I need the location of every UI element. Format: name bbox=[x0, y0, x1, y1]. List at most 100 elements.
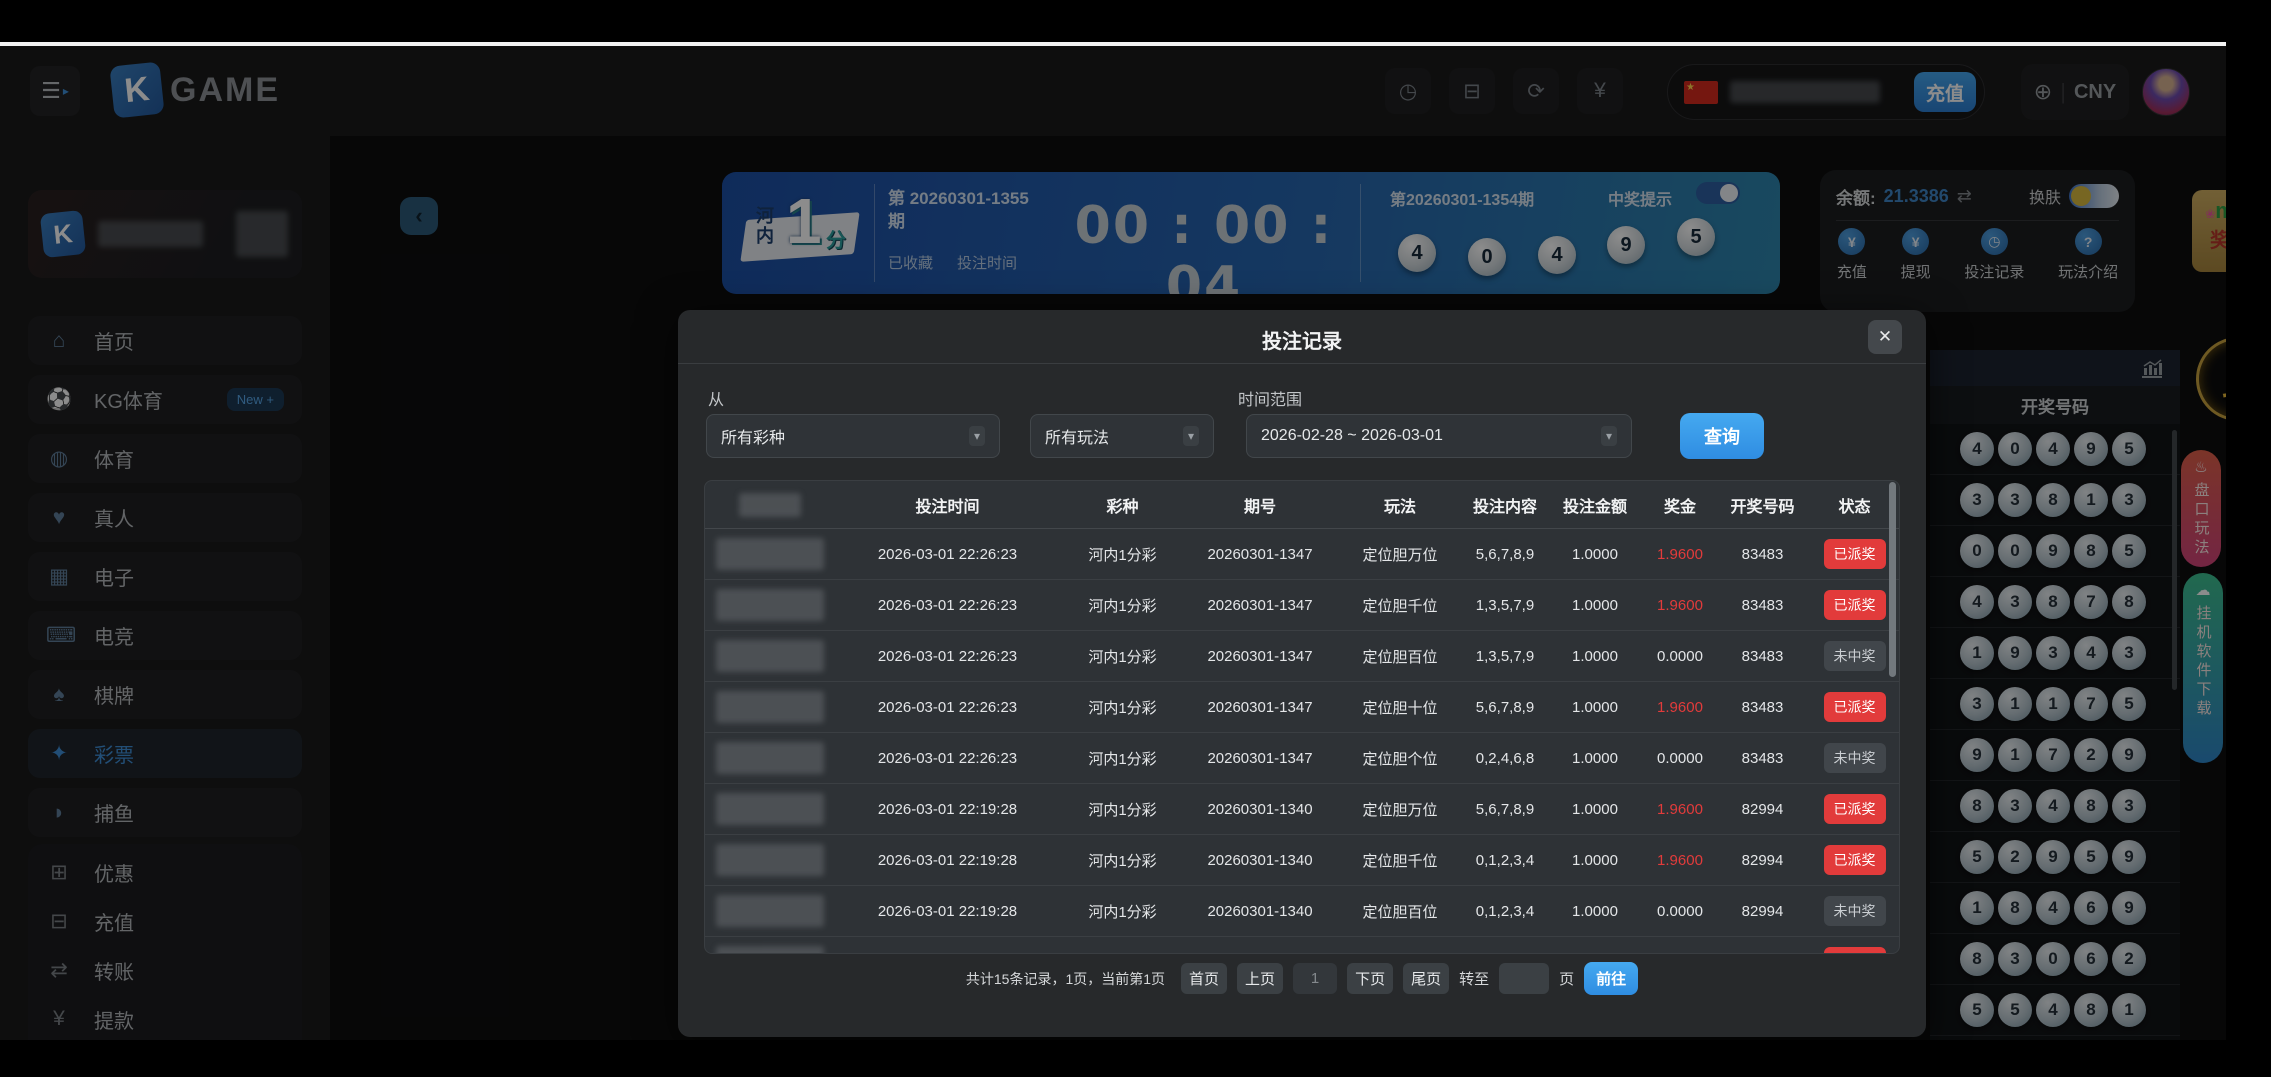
chevron-down-icon: ▾ bbox=[969, 426, 985, 446]
go-button[interactable]: 前往 bbox=[1584, 962, 1638, 995]
chevron-down-icon: ▾ bbox=[1601, 426, 1617, 446]
issue-cell: 20260301-1347 bbox=[1185, 750, 1335, 767]
page-top-line bbox=[0, 42, 2226, 46]
issue-cell: 20260301-1340 bbox=[1185, 852, 1335, 869]
playtype-cell: 定位胆万位 bbox=[1335, 544, 1465, 565]
draw-result-cell: 82994 bbox=[1715, 801, 1810, 818]
bet-time-cell: 2026-03-01 22:19:28 bbox=[835, 852, 1060, 869]
order-id-redacted bbox=[705, 589, 835, 621]
goto-page-input[interactable] bbox=[1499, 963, 1549, 994]
issue-cell: 20260301-1347 bbox=[1185, 648, 1335, 665]
status-badge: 已派奖 bbox=[1824, 845, 1886, 875]
table-row: 2026-03-01 22:26:23 河内1分彩 20260301-1347 … bbox=[705, 580, 1899, 631]
draw-result-cell: 83483 bbox=[1715, 750, 1810, 767]
prev-page-button[interactable]: 上页 bbox=[1237, 963, 1283, 994]
table-body: 2026-03-01 22:26:23 河内1分彩 20260301-1347 … bbox=[705, 529, 1899, 954]
lottery-select[interactable]: 所有彩种 ▾ bbox=[706, 414, 1000, 458]
last-page-button[interactable]: 尾页 bbox=[1403, 963, 1449, 994]
lottery-cell: 河内1分彩 bbox=[1060, 799, 1185, 820]
bet-time-cell: 2026-03-01 22:26:23 bbox=[835, 648, 1060, 665]
lottery-cell: 河内1分彩 bbox=[1060, 544, 1185, 565]
prize-cell: 1.9600 bbox=[1645, 699, 1715, 716]
status-badge: 已派奖 bbox=[1824, 539, 1886, 569]
bet-records-table: 投注时间彩种期号玩法投注内容投注金额奖金开奖号码状态 2026-03-01 22… bbox=[704, 480, 1900, 954]
bet-amount-cell: 1.0000 bbox=[1545, 801, 1645, 818]
order-id-redacted bbox=[705, 742, 835, 774]
bet-amount-cell: 1.0000 bbox=[1545, 699, 1645, 716]
bet-records-modal: 投注记录 ✕ 从 时间范围 所有彩种 ▾ 所有玩法 ▾ 2026-02-28 ~… bbox=[678, 310, 1926, 1037]
playtype-cell: 定位胆个位 bbox=[1335, 748, 1465, 769]
prize-cell: 1.9600 bbox=[1645, 801, 1715, 818]
draw-result-cell: 82994 bbox=[1715, 852, 1810, 869]
query-button[interactable]: 查询 bbox=[1680, 413, 1764, 459]
bet-content-cell: 5,6,7,8,9 bbox=[1465, 954, 1545, 955]
from-label: 从 bbox=[708, 386, 724, 410]
playtype-select[interactable]: 所有玩法 ▾ bbox=[1030, 414, 1214, 458]
current-page-button[interactable]: 1 bbox=[1293, 963, 1337, 994]
bet-time-cell: 2026-03-01 22:26:23 bbox=[835, 546, 1060, 563]
lottery-cell: 河内1分彩 bbox=[1060, 901, 1185, 922]
bet-content-cell: 0,2,4,6,8 bbox=[1465, 750, 1545, 767]
bet-amount-cell: 1.0000 bbox=[1545, 954, 1645, 955]
prize-cell: 1.9600 bbox=[1645, 546, 1715, 563]
playtype-cell: 定位胆百位 bbox=[1335, 901, 1465, 922]
modal-header: 投注记录 ✕ bbox=[678, 310, 1926, 364]
bet-amount-cell: 1.0000 bbox=[1545, 852, 1645, 869]
draw-result-cell: 83483 bbox=[1715, 546, 1810, 563]
record-summary: 共计15条记录，1页，当前第1页 bbox=[966, 969, 1165, 989]
table-row: 2026-03-01 22:26:23 河内1分彩 20260301-1347 … bbox=[705, 682, 1899, 733]
next-page-button[interactable]: 下页 bbox=[1347, 963, 1393, 994]
close-button[interactable]: ✕ bbox=[1868, 320, 1902, 354]
draw-result-cell: 82994 bbox=[1715, 903, 1810, 920]
table-row: 2026-03-01 22:19:28 河内1分彩 20260301-1340 … bbox=[705, 784, 1899, 835]
bet-content-cell: 5,6,7,8,9 bbox=[1465, 801, 1545, 818]
draw-result-cell: 82994 bbox=[1715, 954, 1810, 955]
prize-cell: 0.0000 bbox=[1645, 648, 1715, 665]
status-cell: 已派奖 bbox=[1810, 539, 1899, 569]
bet-time-cell: 2026-03-01 22:19:28 bbox=[835, 954, 1060, 955]
status-cell: 已派奖 bbox=[1810, 692, 1899, 722]
modal-title: 投注记录 bbox=[678, 325, 1926, 354]
column-header: 投注内容 bbox=[1465, 493, 1545, 517]
status-badge: 已派奖 bbox=[1824, 947, 1886, 954]
bet-time-cell: 2026-03-01 22:26:23 bbox=[835, 699, 1060, 716]
prize-cell: 1.9600 bbox=[1645, 954, 1715, 955]
column-header: 状态 bbox=[1810, 493, 1899, 517]
status-cell: 未中奖 bbox=[1810, 896, 1899, 926]
status-cell: 已派奖 bbox=[1810, 947, 1899, 954]
status-cell: 已派奖 bbox=[1810, 794, 1899, 824]
issue-cell: 20260301-1340 bbox=[1185, 903, 1335, 920]
prize-cell: 0.0000 bbox=[1645, 903, 1715, 920]
status-badge: 已派奖 bbox=[1824, 794, 1886, 824]
status-cell: 未中奖 bbox=[1810, 743, 1899, 773]
bet-amount-cell: 1.0000 bbox=[1545, 597, 1645, 614]
bet-content-cell: 1,3,5,7,9 bbox=[1465, 597, 1545, 614]
lottery-cell: 河内1分彩 bbox=[1060, 952, 1185, 955]
prize-cell: 1.9600 bbox=[1645, 597, 1715, 614]
status-cell: 已派奖 bbox=[1810, 845, 1899, 875]
table-row: 2026-03-01 22:19:28 河内1分彩 20260301-1340 … bbox=[705, 835, 1899, 886]
order-id-redacted bbox=[705, 844, 835, 876]
lottery-cell: 河内1分彩 bbox=[1060, 697, 1185, 718]
bet-time-cell: 2026-03-01 22:19:28 bbox=[835, 903, 1060, 920]
prize-cell: 0.0000 bbox=[1645, 750, 1715, 767]
column-header: 期号 bbox=[1185, 493, 1335, 517]
draw-result-cell: 83483 bbox=[1715, 597, 1810, 614]
playtype-cell: 定位胆千位 bbox=[1335, 850, 1465, 871]
column-header: 玩法 bbox=[1335, 493, 1465, 517]
table-row: 2026-03-01 22:26:23 河内1分彩 20260301-1347 … bbox=[705, 631, 1899, 682]
bet-amount-cell: 1.0000 bbox=[1545, 648, 1645, 665]
table-row: 2026-03-01 22:19:28 河内1分彩 20260301-1340 … bbox=[705, 937, 1899, 954]
issue-cell: 20260301-1340 bbox=[1185, 954, 1335, 955]
status-badge: 未中奖 bbox=[1824, 743, 1886, 773]
order-id-redacted bbox=[705, 793, 835, 825]
order-id-column-redacted bbox=[705, 493, 835, 517]
first-page-button[interactable]: 首页 bbox=[1181, 963, 1227, 994]
app-page: ☰ ▸ K GAME ◷ ⊟ ⟳ ¥ ★ 充值 ⊕ | CNY K bbox=[0, 42, 2226, 1040]
table-scrollbar[interactable] bbox=[1889, 482, 1896, 677]
status-badge: 已派奖 bbox=[1824, 692, 1886, 722]
bet-time-cell: 2026-03-01 22:26:23 bbox=[835, 750, 1060, 767]
draw-result-cell: 83483 bbox=[1715, 699, 1810, 716]
lottery-cell: 河内1分彩 bbox=[1060, 646, 1185, 667]
date-range-select[interactable]: 2026-02-28 ~ 2026-03-01 ▾ bbox=[1246, 414, 1632, 458]
